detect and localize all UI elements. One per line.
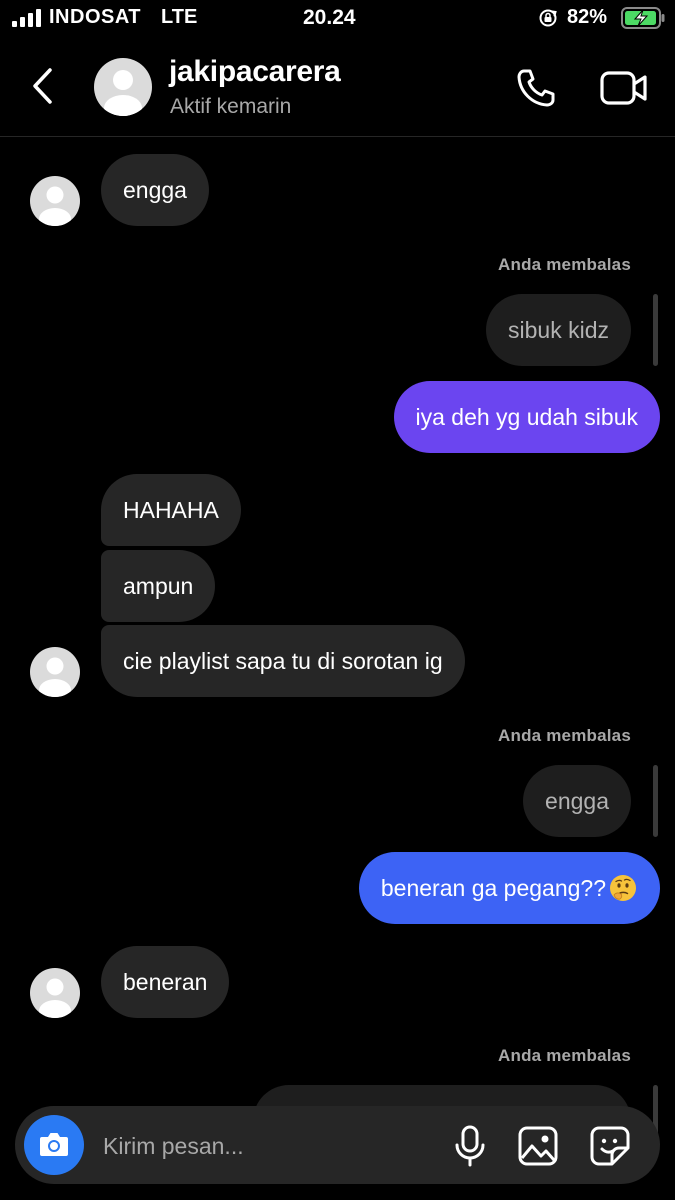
reply-label: Anda membalas: [498, 726, 631, 745]
message-bubble[interactable]: ampun: [101, 550, 216, 622]
microphone-icon[interactable]: [452, 1125, 488, 1167]
sent-message-bubble[interactable]: iya deh yg udah sibuk: [393, 381, 660, 453]
chat-username[interactable]: jakipacarera: [169, 55, 341, 89]
thinking-face-emoji-icon: [610, 874, 636, 901]
video-camera-icon[interactable]: [600, 68, 648, 108]
dm-screen: INDOSAT LTE 20.24 82% jakipacarera Aktif…: [0, 0, 675, 1200]
signal-strength-icon: [12, 9, 41, 27]
battery-charging-icon: [621, 7, 665, 29]
replied-message-quote[interactable]: engga: [523, 765, 631, 837]
sent-message-text: beneran ga pegang??: [380, 875, 606, 901]
carrier-name: INDOSAT: [49, 6, 142, 28]
message-bubble[interactable]: engga: [101, 154, 209, 226]
reply-label: Anda membalas: [498, 1046, 631, 1065]
status-time: 20.24: [303, 6, 356, 29]
reply-indicator-bar: [653, 765, 658, 837]
avatar[interactable]: [94, 58, 152, 116]
rotation-lock-icon: [539, 9, 557, 27]
sent-message-bubble[interactable]: beneran ga pegang??: [358, 852, 660, 924]
chat-header: jakipacarera Aktif kemarin: [0, 40, 675, 137]
message-bubble[interactable]: HAHAHA: [101, 474, 241, 546]
network-type: LTE: [161, 6, 198, 28]
image-icon[interactable]: [517, 1125, 559, 1167]
battery-percentage: 82%: [567, 6, 608, 28]
default-avatar-icon: [39, 186, 71, 226]
sticker-icon[interactable]: [589, 1125, 631, 1167]
phone-icon[interactable]: [514, 66, 558, 110]
default-avatar-icon: [104, 70, 142, 116]
chevron-left-icon[interactable]: [28, 64, 60, 108]
default-avatar-icon: [39, 657, 71, 697]
avatar[interactable]: [30, 176, 80, 226]
presence-status: Aktif kemarin: [170, 95, 292, 118]
status-bar: INDOSAT LTE 20.24 82%: [0, 0, 675, 38]
replied-message-quote[interactable]: sibuk kidz: [486, 294, 631, 366]
avatar[interactable]: [30, 647, 80, 697]
reply-label: Anda membalas: [498, 255, 631, 274]
message-bubble[interactable]: cie playlist sapa tu di sorotan ig: [101, 625, 465, 697]
default-avatar-icon: [39, 978, 71, 1018]
message-bubble[interactable]: beneran: [101, 946, 230, 1018]
message-composer: [15, 1106, 660, 1184]
reply-indicator-bar: [653, 294, 658, 366]
message-input[interactable]: [101, 1125, 435, 1167]
camera-icon: [40, 1133, 68, 1156]
camera-button[interactable]: [24, 1115, 84, 1175]
avatar[interactable]: [30, 968, 80, 1018]
